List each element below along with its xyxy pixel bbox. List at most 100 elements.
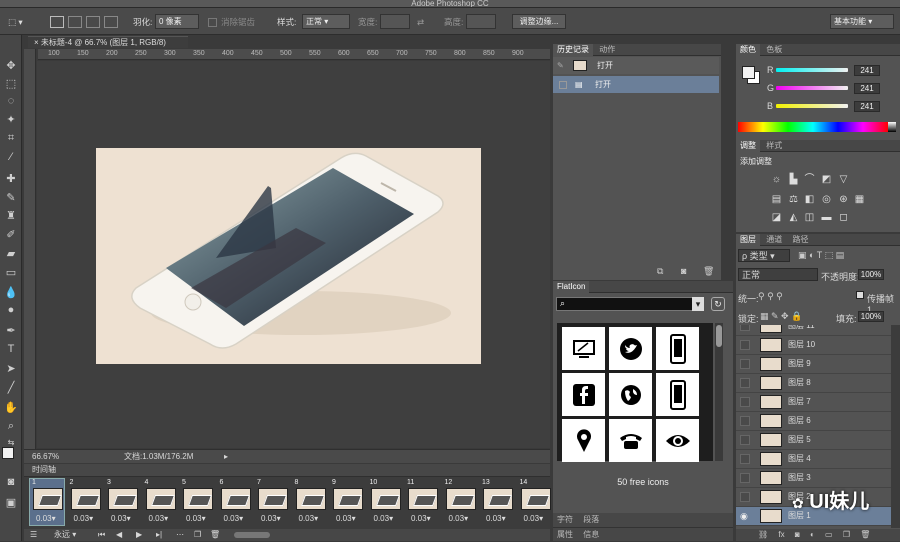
color-foreground-swatch[interactable] — [742, 66, 755, 79]
timeline-frame[interactable]: 11 0.03▾ — [405, 479, 439, 525]
visibility-toggle[interactable] — [740, 473, 750, 483]
hue-saturation-icon[interactable]: ▤ — [771, 194, 782, 205]
frame-delay[interactable]: 0.03▾ — [449, 514, 469, 523]
refresh-icon[interactable]: ↻ — [711, 297, 725, 311]
history-state-row[interactable]: ▤ 打开 — [553, 76, 719, 93]
timeline-frame[interactable]: 5 0.03▾ — [180, 479, 214, 525]
tab-channels[interactable]: 通道 — [762, 234, 786, 246]
visibility-toggle[interactable] — [740, 435, 750, 445]
r-slider[interactable] — [776, 68, 848, 72]
delete-layer-icon[interactable]: 🗑 — [860, 530, 870, 539]
visibility-toggle[interactable] — [740, 340, 750, 350]
layer-filter-select[interactable]: ρ 类型 ▾ — [738, 249, 790, 262]
adjustment-layer-icon[interactable]: ◐ — [810, 530, 815, 539]
foreground-color-swatch[interactable] — [2, 447, 14, 459]
layer-row[interactable]: 图层 11 — [736, 325, 891, 336]
lasso-tool-icon[interactable]: ◌ — [4, 94, 18, 108]
tab-actions[interactable]: 动作 — [595, 44, 619, 56]
antialias-checkbox[interactable] — [208, 18, 217, 27]
document-tab[interactable]: × 未标题-4 @ 66.7% (图层 1, RGB/8) — [28, 36, 188, 48]
search-dropdown-icon[interactable]: ▾ — [692, 297, 704, 311]
black-white-ramp[interactable] — [888, 122, 896, 132]
g-value[interactable]: 241 — [854, 83, 880, 94]
height-input[interactable] — [466, 14, 496, 29]
exposure-icon[interactable]: ◩ — [821, 174, 832, 185]
brightness-icon[interactable]: ☼ — [771, 174, 782, 185]
eraser-tool-icon[interactable]: ▰ — [4, 246, 18, 260]
workspace-select[interactable]: 基本功能 ▾ — [830, 14, 894, 29]
document-artboard[interactable] — [96, 148, 481, 364]
invert-icon[interactable]: ◪ — [771, 212, 782, 223]
flaticon-search-input[interactable]: ⌕ — [556, 297, 704, 311]
frame-delay[interactable]: 0.03▾ — [261, 514, 281, 523]
new-document-from-state-icon[interactable]: ⧉ — [657, 266, 663, 277]
telephone-icon[interactable] — [609, 419, 652, 462]
b-slider[interactable] — [776, 104, 848, 108]
move-tool-icon[interactable]: ✥ — [4, 58, 18, 72]
frame-delay[interactable]: 0.03▾ — [486, 514, 506, 523]
phone-icon[interactable] — [656, 327, 699, 370]
blur-tool-icon[interactable]: 💧 — [4, 285, 18, 299]
crop-tool-icon[interactable]: ⌗ — [4, 131, 18, 145]
timeline-frame[interactable]: 4 0.03▾ — [143, 479, 177, 525]
color-lookup-icon[interactable]: ▦ — [854, 194, 865, 205]
width-input[interactable] — [380, 14, 410, 29]
tween-icon[interactable]: ⋯ — [176, 529, 184, 541]
history-brush-tool-icon[interactable]: ✐ — [4, 227, 18, 241]
frame-delay[interactable]: 0.03▾ — [374, 514, 394, 523]
add-selection-button[interactable] — [68, 16, 82, 28]
type-tool-icon[interactable]: T — [4, 342, 18, 356]
status-menu-arrow-icon[interactable]: ▸ — [224, 450, 228, 463]
mask-icon[interactable]: ◙ — [795, 530, 800, 539]
visibility-toggle[interactable] — [740, 359, 750, 369]
intersect-selection-button[interactable] — [104, 16, 118, 28]
layer-row[interactable]: 图层 6 — [736, 412, 891, 431]
facebook-icon[interactable] — [562, 373, 605, 416]
loop-select[interactable]: 永远 ▾ — [54, 529, 76, 541]
levels-icon[interactable]: ▙ — [788, 174, 799, 185]
r-value[interactable]: 241 — [854, 65, 880, 76]
screen-mode-icon[interactable]: ▣ — [4, 495, 18, 509]
frame-delay[interactable]: 0.03▾ — [299, 514, 319, 523]
frame-delay[interactable]: 0.03▾ — [149, 514, 169, 523]
hand-tool-icon[interactable]: ✋ — [4, 400, 18, 414]
frame-delay[interactable]: 0.03▾ — [111, 514, 131, 523]
timeline-frame[interactable]: 8 0.03▾ — [293, 479, 327, 525]
visibility-toggle[interactable] — [740, 454, 750, 464]
line-tool-icon[interactable]: ╱ — [4, 380, 18, 394]
refine-edge-button[interactable]: 调整边缘... — [512, 14, 566, 29]
b-value[interactable]: 241 — [854, 101, 880, 112]
icon-grid-scrollbar[interactable] — [715, 323, 723, 461]
vibrance-icon[interactable]: ▽ — [838, 174, 849, 185]
layer-row[interactable]: 图层 7 — [736, 393, 891, 412]
frame-delay[interactable]: 0.03▾ — [336, 514, 356, 523]
frame-delay[interactable]: 0.03▾ — [411, 514, 431, 523]
gradient-tool-icon[interactable]: ▭ — [4, 265, 18, 279]
eye-icon[interactable]: ◉ — [740, 511, 750, 521]
visibility-toggle[interactable] — [740, 397, 750, 407]
history-snapshot-row[interactable]: ✎ 打开 — [553, 57, 719, 74]
magic-wand-tool-icon[interactable]: ✦ — [4, 112, 18, 126]
marquee-tool-preset[interactable]: ⬚ ▾ — [8, 15, 23, 29]
trash-icon[interactable]: 🗑 — [703, 266, 714, 277]
tab-properties[interactable]: 属性 — [553, 528, 577, 542]
tab-layers[interactable]: 图层 — [736, 234, 760, 246]
healing-brush-tool-icon[interactable]: ✚ — [4, 171, 18, 185]
camera-icon[interactable]: ◙ — [681, 266, 686, 276]
timeline-frame[interactable]: 13 0.03▾ — [480, 479, 514, 525]
timeline-frame[interactable]: 3 0.03▾ — [105, 479, 139, 525]
layer-row[interactable]: 图层 4 — [736, 450, 891, 469]
first-frame-icon[interactable]: ⏮ — [98, 529, 105, 541]
timeline-frame[interactable]: 14 0.03▾ — [518, 479, 552, 525]
selective-color-icon[interactable]: ◻ — [838, 212, 849, 223]
tab-paths[interactable]: 路径 — [788, 234, 812, 246]
frame-delay[interactable]: 0.03▾ — [36, 514, 56, 523]
fill-value[interactable]: 100% — [858, 311, 884, 322]
unify-icons[interactable]: ⚲ ⚲ ⚲ — [758, 291, 783, 302]
timeline-frame[interactable]: 1 0.03▾ — [29, 478, 65, 526]
quick-mask-icon[interactable]: ◙ — [4, 475, 18, 489]
frame-delay[interactable]: 0.03▾ — [524, 514, 544, 523]
g-slider[interactable] — [776, 86, 848, 90]
new-layer-icon[interactable]: ❐ — [843, 530, 850, 539]
fx-icon[interactable]: fx — [778, 530, 784, 539]
